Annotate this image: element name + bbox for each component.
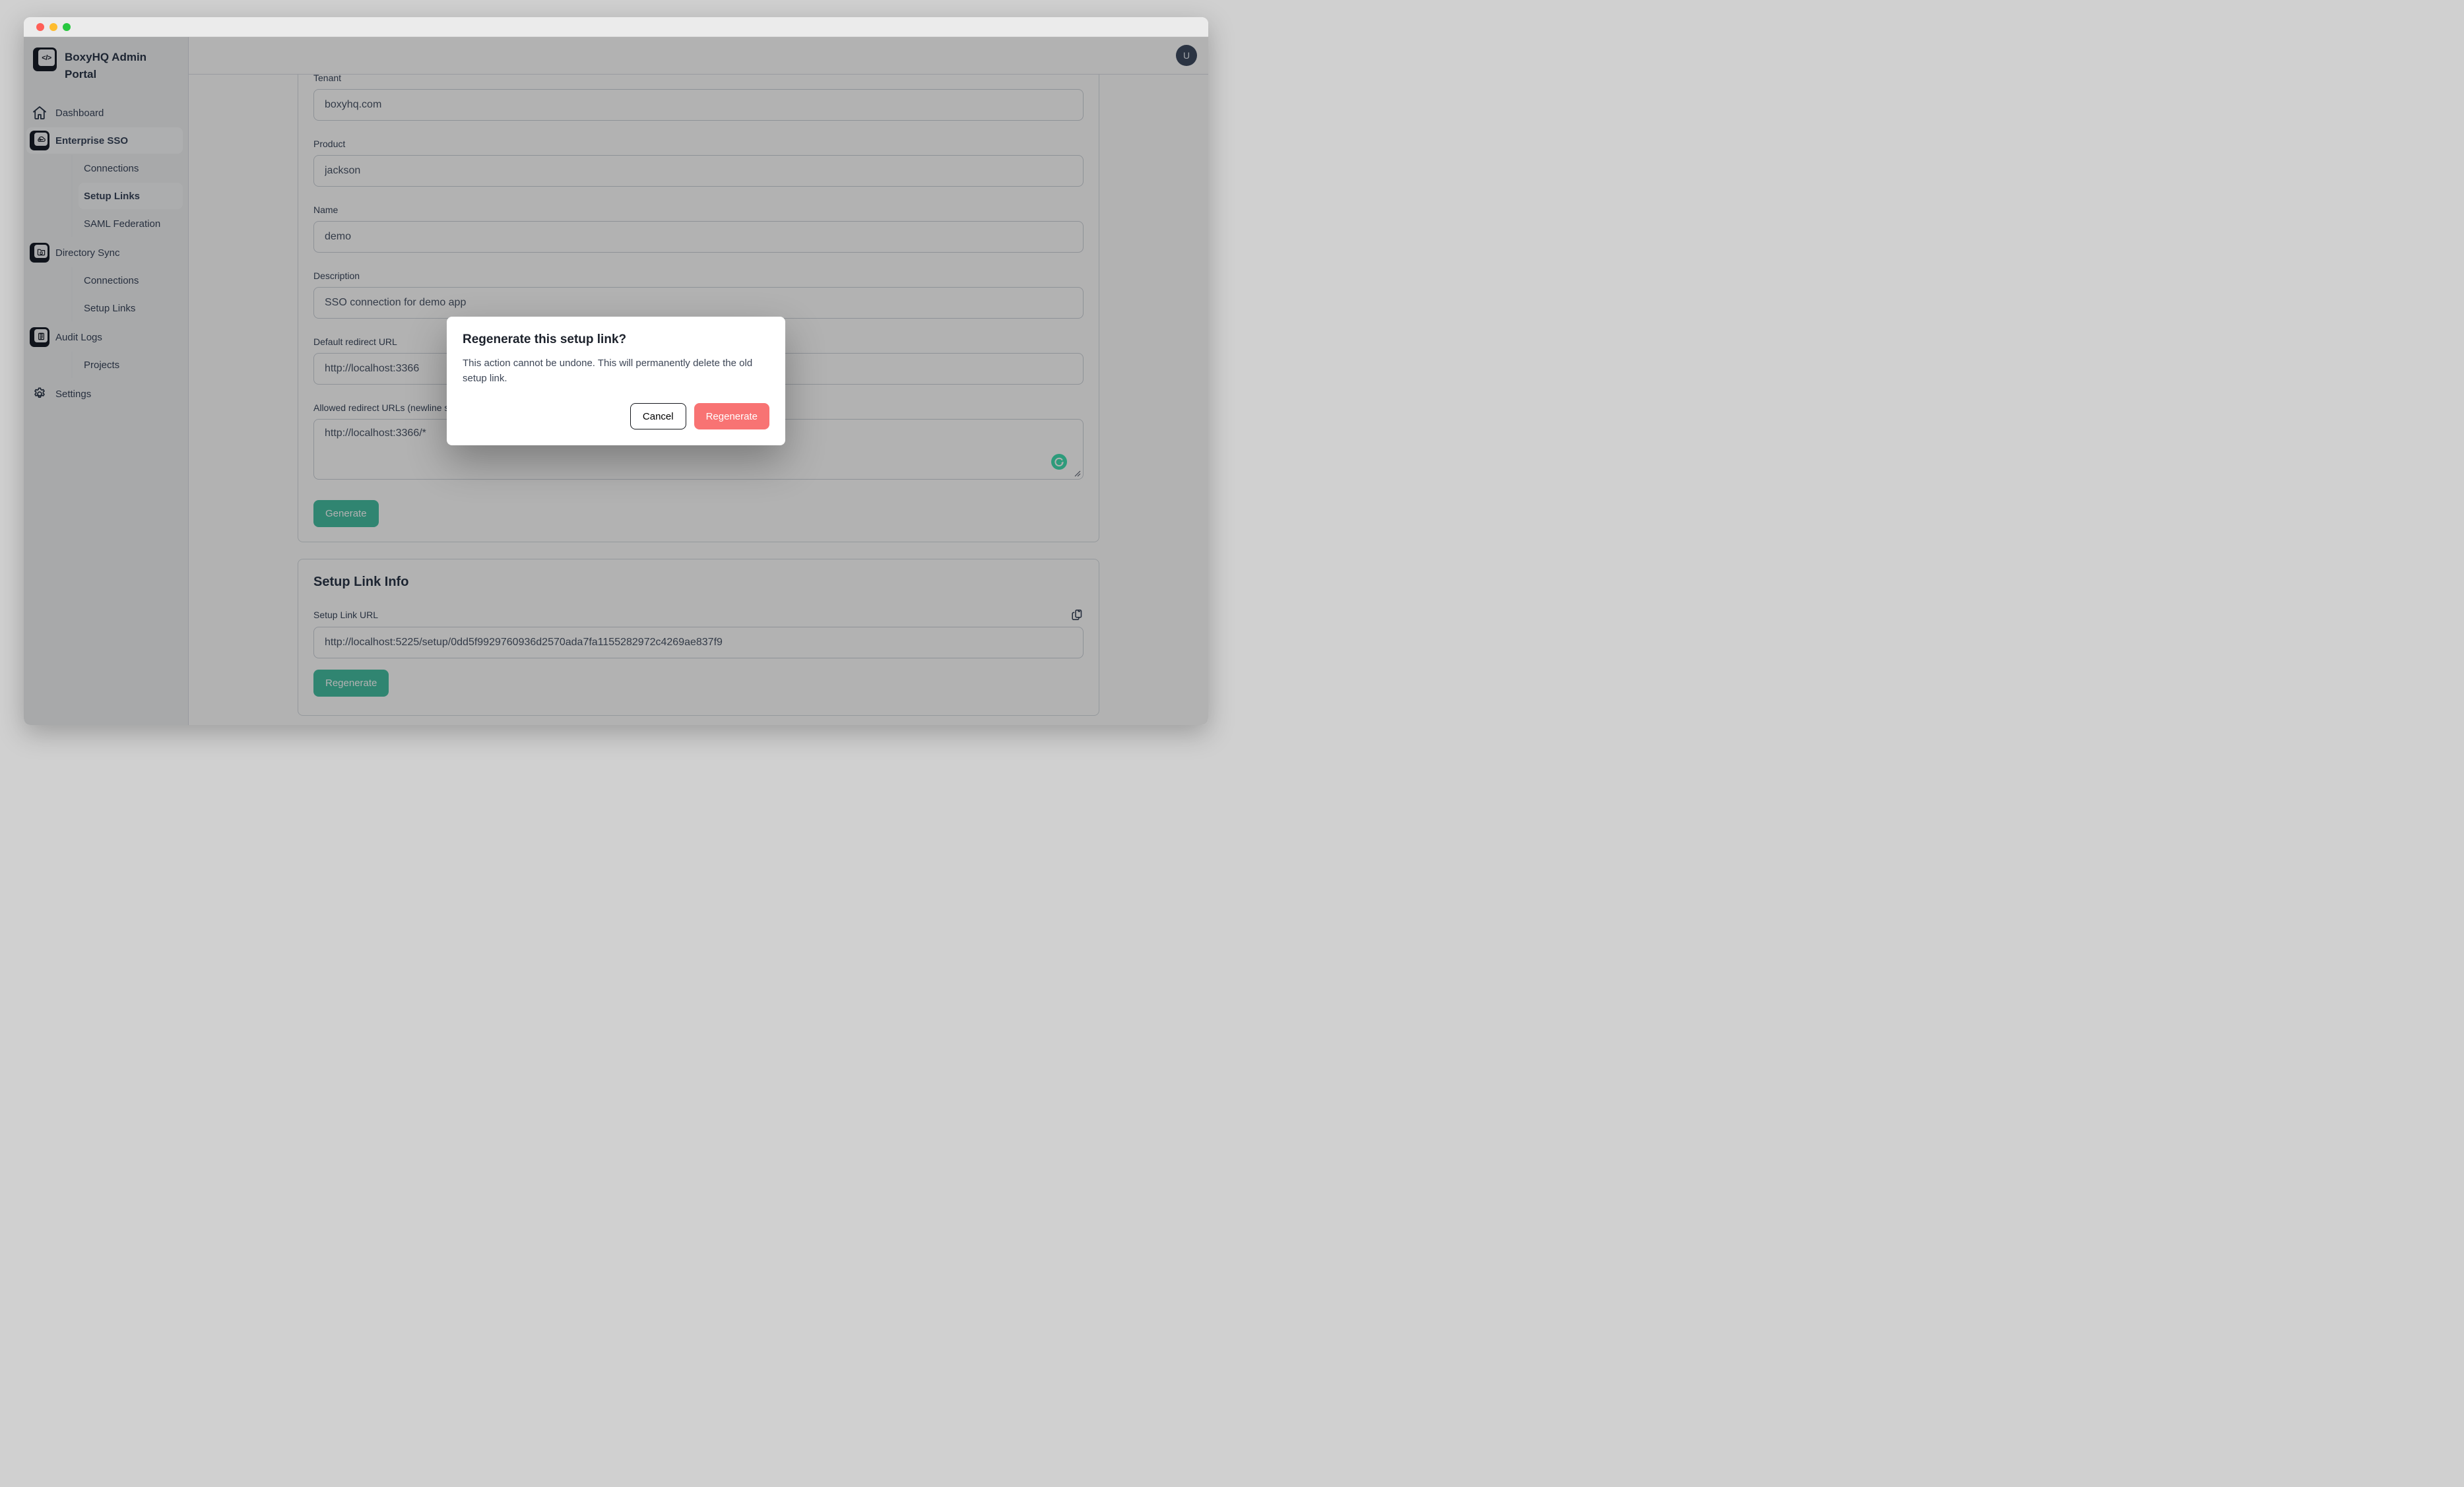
app-window: </> BoxyHQ Admin Portal Dashboard [24,17,1208,725]
dialog-message: This action cannot be undone. This will … [463,356,769,387]
confirm-regenerate-button[interactable]: Regenerate [694,403,769,429]
app-body: </> BoxyHQ Admin Portal Dashboard [24,37,1208,725]
close-window-button[interactable] [36,23,44,31]
macos-titlebar [24,17,1208,37]
dialog-actions: Cancel Regenerate [463,403,769,429]
cancel-button[interactable]: Cancel [630,403,686,429]
modal-backdrop[interactable]: Regenerate this setup link? This action … [24,37,1208,725]
minimize-window-button[interactable] [49,23,57,31]
zoom-window-button[interactable] [63,23,71,31]
regenerate-confirm-dialog: Regenerate this setup link? This action … [447,317,785,446]
dialog-title: Regenerate this setup link? [463,332,769,347]
